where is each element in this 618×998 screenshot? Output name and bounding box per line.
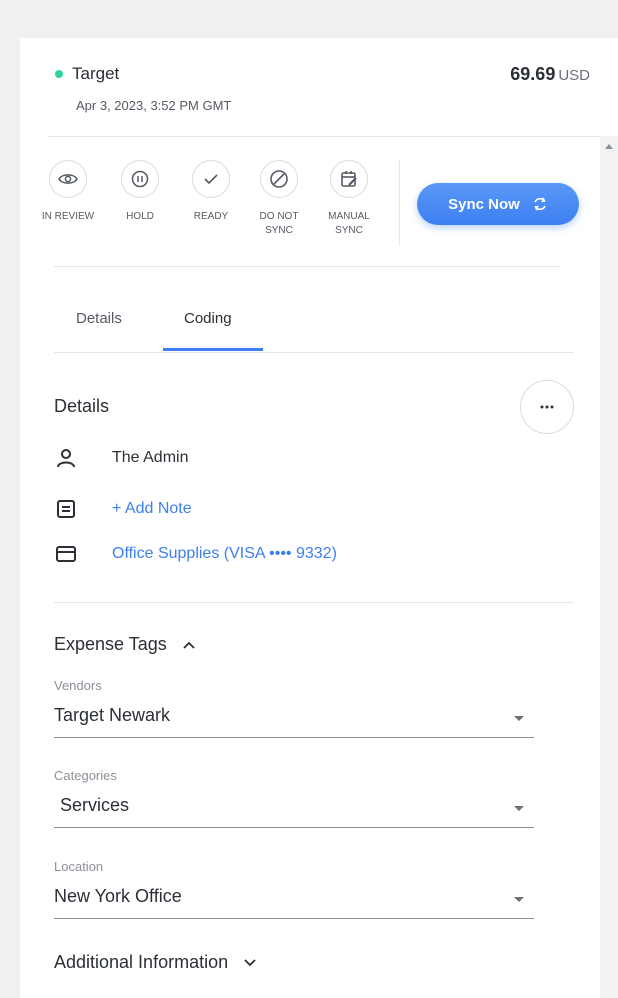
refresh-icon — [534, 197, 546, 211]
status-do-not-sync-button[interactable]: DO NOT SYNC — [249, 160, 309, 238]
status-circle[interactable] — [260, 160, 298, 198]
scroll-up-icon[interactable] — [605, 144, 613, 149]
status-label: MANUAL SYNC — [328, 211, 370, 236]
vertical-divider — [399, 160, 400, 246]
transaction-header: Target Apr 3, 2023, 3:52 PM GMT 69.69 USD — [20, 38, 618, 136]
tab-bar: Details Coding — [54, 300, 574, 354]
chevron-down-icon — [244, 958, 256, 966]
vendors-label: Vendors — [54, 678, 102, 693]
status-label: READY — [193, 211, 229, 222]
tab-details[interactable]: Details — [76, 310, 122, 327]
assignee-name: The Admin — [112, 449, 189, 466]
note-row: + Add Note — [54, 495, 192, 523]
additional-info-title: Additional Information — [54, 952, 229, 972]
status-label: DO NOT SYNC — [259, 211, 299, 236]
eye-icon — [58, 174, 78, 184]
sync-now-button[interactable]: Sync Now — [417, 183, 579, 225]
section-divider — [54, 602, 574, 603]
user-icon — [54, 446, 78, 470]
additional-info-toggle[interactable]: Additional Information — [54, 952, 256, 973]
chevron-down-icon[interactable] — [514, 806, 524, 811]
add-note-link[interactable]: + Add Note — [112, 500, 192, 518]
header-divider — [48, 136, 618, 137]
categories-label: Categories — [54, 768, 117, 783]
field-underline — [54, 827, 534, 828]
amount-value: 69.69 — [510, 64, 556, 84]
status-dot — [55, 70, 63, 78]
merchant-name: Target — [72, 64, 120, 83]
categories-select[interactable]: Services — [54, 795, 534, 819]
status-label: IN REVIEW — [41, 211, 95, 222]
chevron-down-icon[interactable] — [514, 716, 524, 721]
details-title: Details — [54, 396, 110, 416]
chevron-up-icon — [183, 641, 195, 649]
status-hold-button[interactable]: HOLD — [110, 160, 170, 224]
chevron-down-icon[interactable] — [514, 897, 524, 902]
expense-tags-toggle[interactable]: Expense Tags — [54, 634, 195, 655]
field-underline — [54, 737, 534, 738]
note-icon — [54, 497, 78, 521]
sync-now-label: Sync Now — [448, 195, 520, 213]
status-label: HOLD — [126, 211, 154, 222]
pause-icon — [131, 170, 149, 188]
transaction-amount: 69.69 USD — [510, 64, 590, 85]
assignee-row: The Admin — [54, 444, 188, 472]
card-link[interactable]: Office Supplies (VISA •••• 9332) — [112, 545, 337, 563]
section-divider — [54, 266, 560, 267]
block-icon — [270, 170, 288, 188]
location-select[interactable]: New York Office — [54, 886, 534, 910]
status-ready-button[interactable]: READY — [181, 160, 241, 224]
status-circle[interactable] — [121, 160, 159, 198]
location-field[interactable]: Location New York Office — [54, 859, 534, 919]
vendors-field[interactable]: Vendors Target Newark — [54, 678, 534, 738]
more-horizontal-icon — [540, 405, 554, 409]
field-underline — [54, 918, 534, 919]
calendar-edit-icon — [341, 171, 357, 187]
categories-field[interactable]: Categories Services — [54, 768, 534, 828]
status-circle[interactable] — [330, 160, 368, 198]
scrollbar[interactable] — [600, 136, 618, 998]
transaction-panel: Target Apr 3, 2023, 3:52 PM GMT 69.69 USD… — [20, 38, 618, 998]
status-circle[interactable] — [49, 160, 87, 198]
active-tab-indicator — [163, 348, 263, 351]
more-options-button[interactable] — [520, 380, 574, 434]
check-icon — [204, 174, 218, 185]
tab-coding[interactable]: Coding — [184, 310, 232, 327]
status-in-review-button[interactable]: IN REVIEW — [38, 160, 98, 224]
amount-currency: USD — [558, 67, 590, 84]
transaction-date: Apr 3, 2023, 3:52 PM GMT — [76, 98, 232, 113]
status-manual-sync-button[interactable]: MANUAL SYNC — [319, 160, 379, 238]
status-circle[interactable] — [192, 160, 230, 198]
card-row: Office Supplies (VISA •••• 9332) — [54, 540, 337, 568]
expense-tags-title: Expense Tags — [54, 634, 167, 654]
credit-card-icon — [54, 542, 78, 566]
vendors-select[interactable]: Target Newark — [54, 705, 534, 729]
location-label: Location — [54, 859, 104, 874]
tabs-divider — [54, 352, 574, 353]
